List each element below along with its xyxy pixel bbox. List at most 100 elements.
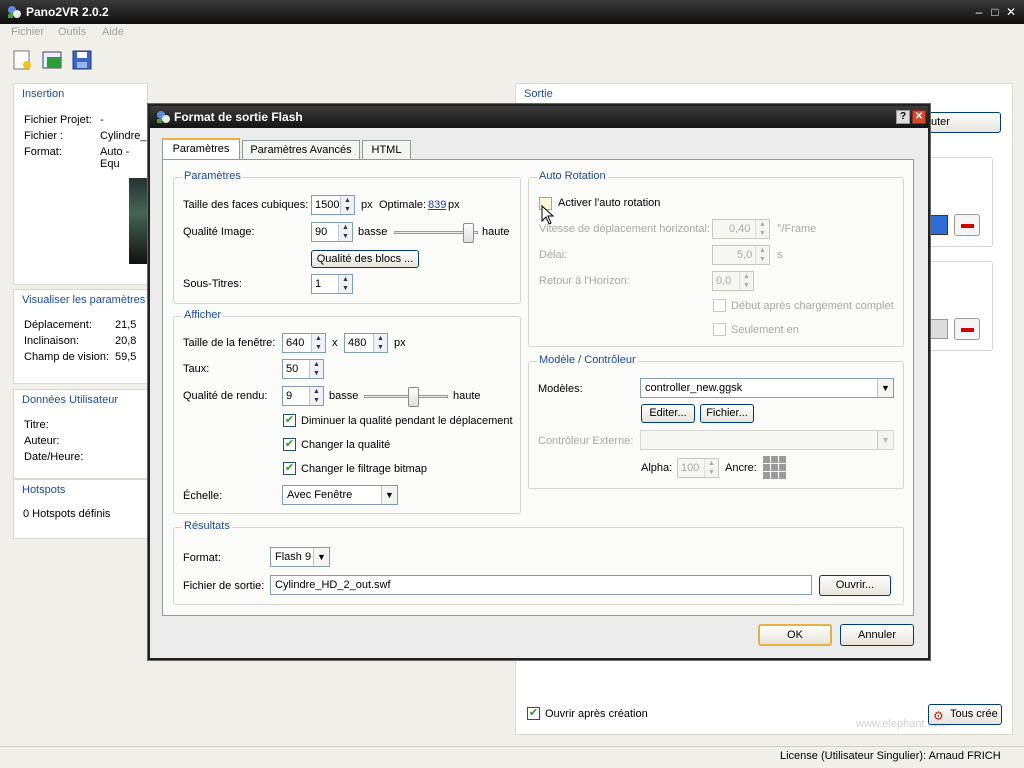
auto-rotation-title: Auto Rotation — [537, 170, 608, 182]
tab-parametres[interactable]: Paramètres — [162, 138, 240, 160]
filtrage-label: Changer le filtrage bitmap — [301, 463, 427, 475]
rendu-spinner[interactable]: 9 ▲ ▼ — [282, 386, 324, 406]
ouvrir-button[interactable]: Ouvrir... — [819, 575, 891, 596]
remove-output-button-2[interactable] — [954, 318, 980, 340]
taille-label: Taille de la fenêtre: — [183, 337, 276, 349]
gear-icon: ⚙ — [933, 709, 944, 723]
changer-qualite-checkbox[interactable]: ✔ — [283, 438, 296, 451]
qualite-blocs-button[interactable]: Qualité des blocs ... — [311, 250, 419, 268]
height-spinner[interactable]: 480 ▲ ▼ — [344, 333, 388, 353]
chevron-down-icon: ▼ — [877, 431, 893, 449]
new-project-icon[interactable] — [11, 49, 33, 71]
dialog-titlebar: Format de sortie Flash ? ✕ — [150, 106, 928, 128]
delai-label: Délai: — [539, 249, 568, 261]
tab-parametres-avances[interactable]: Paramètres Avancés — [242, 140, 360, 160]
retour-spinner[interactable]: 0,0 ▲ ▼ — [712, 271, 754, 291]
sortie-title: Sortie — [524, 88, 553, 100]
toolbar — [0, 44, 1024, 76]
rendu-basse: basse — [329, 390, 359, 402]
changer-qualite-label: Changer la qualité — [301, 439, 391, 451]
menu-outils[interactable]: Outils — [58, 26, 86, 38]
alpha-spinner[interactable]: 100 ▲ ▼ — [677, 458, 719, 478]
parametres-title: Paramètres — [182, 170, 243, 182]
ouvrir-apres-label: Ouvrir après création — [545, 708, 648, 720]
dialog-close-icon[interactable]: ✕ — [912, 110, 926, 124]
license-text: License (Utilisateur Singulier): Arnaud … — [780, 750, 1001, 762]
editer-button[interactable]: Editer... — [641, 404, 695, 423]
activer-label: Activer l'auto rotation — [558, 197, 661, 209]
vitesse-unit: °/Frame — [777, 223, 817, 235]
menu-fichier[interactable]: Fichier — [11, 26, 44, 38]
qualite-haute: haute — [482, 226, 510, 238]
panorama-thumbnail — [129, 178, 149, 264]
filtrage-checkbox[interactable]: ✔ — [283, 462, 296, 475]
seulement-label: Seulement en — [731, 324, 799, 336]
fichier-projet-value: - — [100, 114, 104, 126]
maximize-icon[interactable]: □ — [988, 5, 1002, 19]
app-title: Pano2VR 2.0.2 — [26, 5, 109, 19]
modele-title: Modèle / Contrôleur — [537, 354, 638, 366]
open-project-icon[interactable] — [41, 49, 63, 71]
close-icon[interactable]: ✕ — [1004, 5, 1018, 19]
seulement-checkbox[interactable] — [713, 323, 726, 336]
rendu-haute: haute — [453, 390, 481, 402]
modeles-select[interactable]: controller_new.ggsk ▼ — [640, 378, 894, 398]
hotspots-count: 0 Hotspots définis — [23, 508, 111, 520]
rendu-slider[interactable] — [364, 386, 448, 407]
ancre-label: Ancre: — [725, 462, 757, 474]
anchor-grid-icon[interactable] — [763, 456, 786, 479]
qualite-label: Qualité Image: — [183, 226, 255, 238]
qualite-slider[interactable] — [394, 222, 478, 243]
taux-label: Taux: — [183, 363, 210, 375]
fichier-sortie-label: Fichier de sortie: — [183, 580, 265, 592]
save-icon[interactable] — [71, 49, 93, 71]
optimale-unit: px — [448, 199, 460, 211]
minimize-icon[interactable]: – — [972, 5, 986, 19]
echelle-label: Échelle: — [183, 490, 223, 502]
optimale-link[interactable]: 839 — [428, 199, 446, 211]
inclinaison-value: 20,8 — [115, 335, 137, 347]
diminuer-checkbox[interactable]: ✔ — [283, 414, 296, 427]
fichier-button[interactable]: Fichier... — [700, 404, 754, 423]
remove-output-button[interactable] — [954, 214, 980, 236]
retour-label: Retour à l'Horizon: — [539, 275, 630, 287]
format-output-select[interactable]: Flash 9 ▼ — [270, 547, 330, 567]
debut-label: Début après chargement complet — [731, 300, 894, 312]
diminuer-label: Diminuer la qualité pendant le déplaceme… — [301, 415, 513, 427]
format-value: Auto - Equ — [100, 146, 130, 170]
faces-spinner[interactable]: 1500 ▲ ▼ — [311, 195, 355, 215]
help-icon[interactable]: ? — [896, 110, 910, 124]
fichier-sortie-input[interactable]: Cylindre_HD_2_out.swf — [270, 575, 812, 595]
taux-spinner[interactable]: 50 ▲ ▼ — [282, 359, 324, 379]
debut-checkbox[interactable] — [713, 299, 726, 312]
vitesse-spinner[interactable]: 0,40 ▲ ▼ — [712, 219, 770, 239]
chevron-down-icon: ▼ — [877, 379, 893, 397]
tous-cree-button[interactable]: ⚙ Tous crée — [928, 704, 1002, 725]
deplacement-label: Déplacement: — [24, 319, 92, 331]
tab-page: Paramètres Taille des faces cubiques: 15… — [162, 159, 914, 616]
app-icon — [6, 4, 22, 20]
rendu-slider-thumb[interactable] — [408, 387, 419, 407]
delai-spinner[interactable]: 5,0 ▲ ▼ — [712, 245, 770, 265]
qualite-slider-thumb[interactable] — [463, 223, 474, 243]
edit-output-icon[interactable] — [928, 215, 948, 235]
modele-group: Modèle / Contrôleur Modèles: controller_… — [528, 354, 904, 489]
width-spinner[interactable]: 640 ▲ ▼ — [282, 333, 326, 353]
qualite-spinner[interactable]: 90 ▲ ▼ — [311, 222, 353, 242]
ouvrir-apres-checkbox[interactable]: ✔ — [527, 707, 540, 720]
tab-html[interactable]: HTML — [362, 140, 411, 160]
parametres-group: Paramètres Taille des faces cubiques: 15… — [173, 170, 521, 304]
soustitres-spinner[interactable]: 1 ▲ ▼ — [311, 274, 353, 294]
annuler-button[interactable]: Annuler — [840, 624, 914, 646]
echelle-select[interactable]: Avec Fenêtre ▼ — [282, 485, 398, 505]
rendu-label: Qualité de rendu: — [183, 390, 268, 402]
edit-output-icon-2[interactable] — [928, 319, 948, 339]
vitesse-label: Vitesse de déplacement horizontal: — [539, 223, 711, 235]
format-label: Format: — [24, 146, 62, 158]
menu-aide[interactable]: Aide — [102, 26, 124, 38]
visualiser-title: Visualiser les paramètres — [22, 294, 146, 306]
externe-select[interactable]: ▼ — [640, 430, 894, 450]
donnees-title: Données Utilisateur — [22, 394, 118, 406]
ok-button[interactable]: OK — [758, 624, 832, 646]
menubar: Fichier Outils Aide — [0, 24, 1024, 42]
